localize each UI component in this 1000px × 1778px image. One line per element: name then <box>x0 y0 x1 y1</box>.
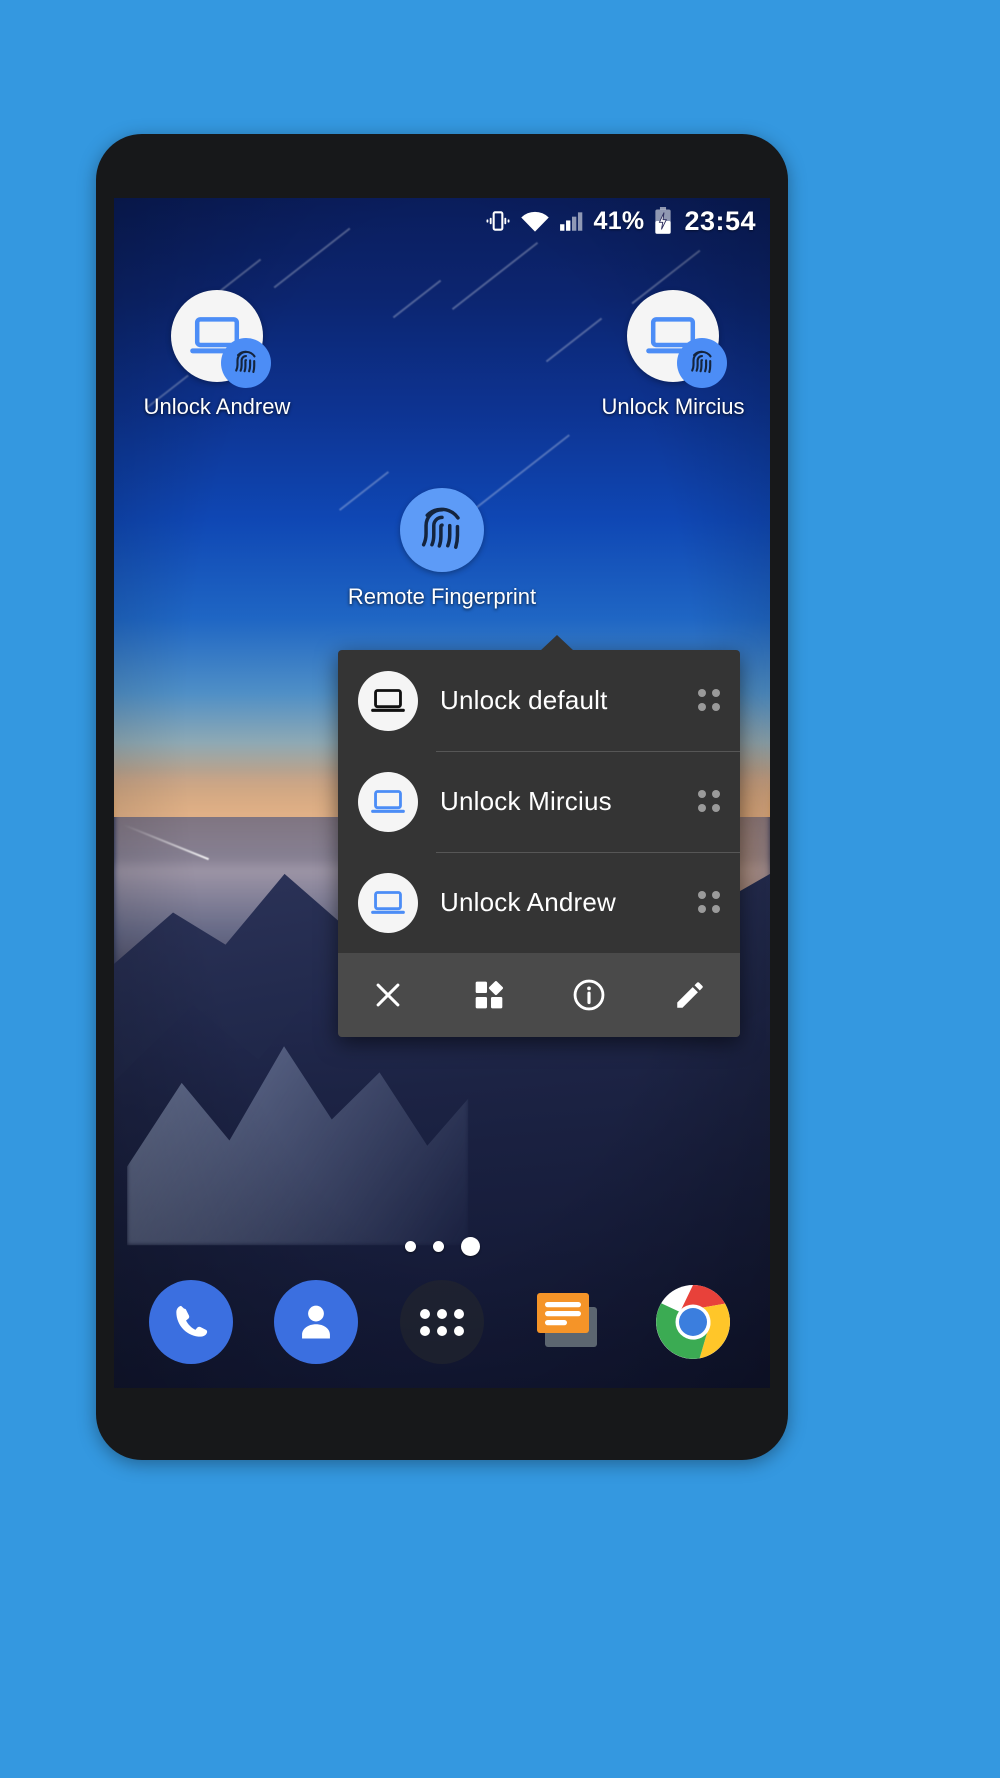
menu-item-unlock-default[interactable]: Unlock default <box>338 650 740 751</box>
drag-handle-icon[interactable] <box>698 790 722 814</box>
fingerprint-icon <box>400 488 484 572</box>
laptop-icon <box>358 772 418 832</box>
page-dot[interactable] <box>433 1241 444 1252</box>
vibrate-icon <box>485 208 511 234</box>
dock-item-contacts[interactable] <box>274 1280 358 1364</box>
app-drawer-icon <box>420 1309 464 1336</box>
edit-button[interactable] <box>640 953 741 1037</box>
page-dot[interactable] <box>405 1241 416 1252</box>
battery-charging-icon <box>653 207 673 235</box>
laptop-fingerprint-icon <box>627 290 719 382</box>
menu-item-unlock-andrew[interactable]: Unlock Andrew <box>338 852 740 953</box>
signal-icon <box>559 209 585 233</box>
status-clock: 23:54 <box>684 206 756 237</box>
drag-handle-icon[interactable] <box>698 689 722 713</box>
popup-menu: Unlock default Unlock Mircius <box>338 650 740 1037</box>
fingerprint-badge-icon <box>677 338 727 388</box>
menu-item-unlock-mircius[interactable]: Unlock Mircius <box>338 751 740 852</box>
widgets-button[interactable] <box>439 953 540 1037</box>
phone-device-frame: 41% 23:54 <box>96 134 788 1460</box>
close-button[interactable] <box>338 953 439 1037</box>
dock-item-messages[interactable] <box>526 1280 610 1364</box>
popup-arrow <box>540 635 574 651</box>
drag-handle-icon[interactable] <box>698 891 722 915</box>
laptop-icon <box>358 671 418 731</box>
info-button[interactable] <box>539 953 640 1037</box>
wifi-icon <box>520 209 550 233</box>
dock-item-phone[interactable] <box>149 1280 233 1364</box>
dock-item-chrome[interactable] <box>651 1280 735 1364</box>
home-icon-label: Unlock Mircius <box>601 394 744 420</box>
home-icon-label: Remote Fingerprint <box>348 584 536 610</box>
menu-item-label: Unlock default <box>440 685 698 716</box>
home-icon-unlock-mircius[interactable]: Unlock Mircius <box>588 290 758 420</box>
status-bar: 41% 23:54 <box>114 198 770 244</box>
phone-screen: 41% 23:54 <box>114 198 770 1388</box>
menu-item-label: Unlock Andrew <box>440 887 698 918</box>
fingerprint-badge-icon <box>221 338 271 388</box>
popup-toolbar <box>338 953 740 1037</box>
battery-percentage: 41% <box>594 207 645 236</box>
dock <box>114 1272 770 1372</box>
laptop-fingerprint-icon <box>171 290 263 382</box>
dock-item-app-drawer[interactable] <box>400 1280 484 1364</box>
home-icon-remote-fingerprint[interactable]: Remote Fingerprint <box>357 488 527 610</box>
page-dot-active[interactable] <box>461 1237 480 1256</box>
home-icon-unlock-andrew[interactable]: Unlock Andrew <box>132 290 302 420</box>
laptop-icon <box>358 873 418 933</box>
home-icon-label: Unlock Andrew <box>144 394 291 420</box>
menu-item-label: Unlock Mircius <box>440 786 698 817</box>
page-indicator <box>114 1237 770 1256</box>
